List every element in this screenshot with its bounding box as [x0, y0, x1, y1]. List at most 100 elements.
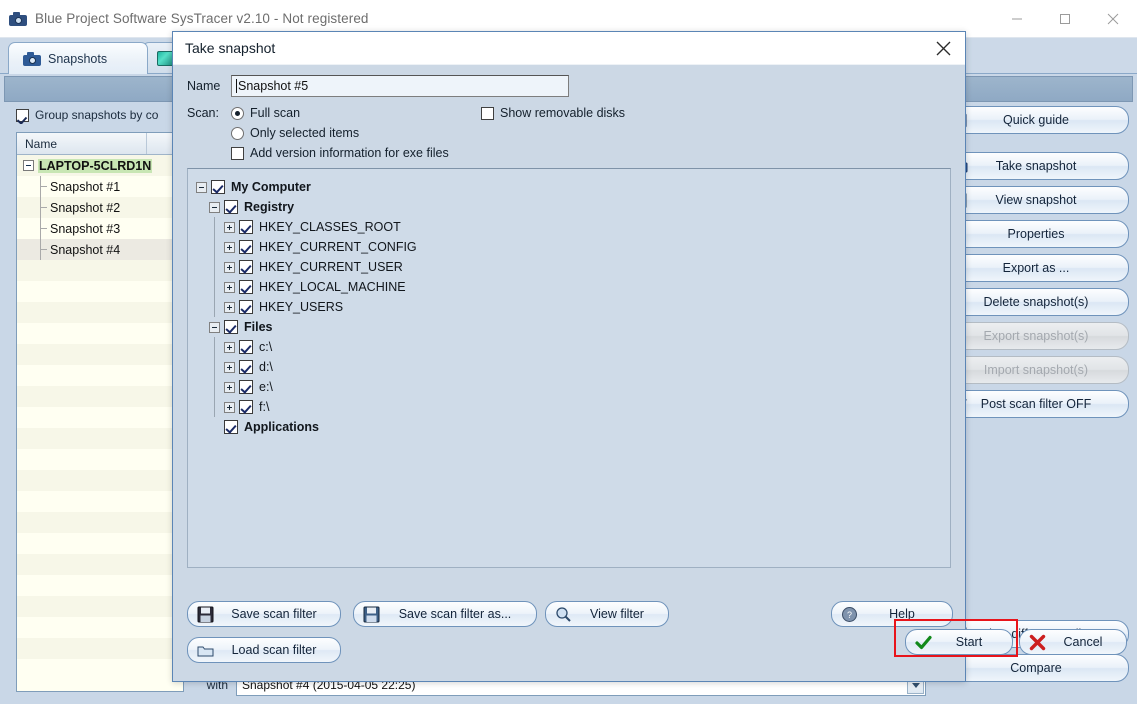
scan-options-row: Scan: Full scan Show removable disks: [187, 106, 951, 120]
checkbox-box[interactable]: [239, 260, 253, 274]
expand-expander-icon[interactable]: [224, 261, 235, 273]
tree-node-label: f:\: [259, 400, 270, 414]
tree-node-hkey-local-machine[interactable]: HKEY_LOCAL_MACHINE: [196, 277, 950, 297]
expand-expander-icon[interactable]: [224, 281, 235, 293]
load-scan-filter-button[interactable]: Load scan filter: [187, 637, 341, 663]
radio-dot: [231, 126, 244, 140]
maximize-icon[interactable]: [1041, 0, 1089, 38]
tree-node-label: d:\: [259, 360, 273, 374]
tree-node-drive-c[interactable]: c:\: [196, 337, 950, 357]
list-item[interactable]: Snapshot #3: [17, 218, 183, 239]
floppy-pen-icon: [363, 606, 380, 623]
expand-expander-icon[interactable]: [224, 381, 235, 393]
collapse-expander-icon[interactable]: [209, 201, 220, 213]
list-item-label: Snapshot #1: [50, 179, 121, 194]
checkbox-box[interactable]: [224, 200, 238, 214]
checkbox-box[interactable]: [239, 400, 253, 414]
dialog-body: Name Snapshot #5 Scan: Full scan Show re…: [173, 65, 965, 578]
expand-expander-icon[interactable]: [224, 401, 235, 413]
tree-line: [35, 239, 47, 260]
post-scan-filter-button[interactable]: Post scan filter OFF: [943, 390, 1129, 418]
group-snapshots-checkbox[interactable]: Group snapshots by co: [16, 106, 184, 124]
tree-node-files[interactable]: Files: [196, 317, 950, 337]
tree-node-label: HKEY_CLASSES_ROOT: [259, 220, 401, 234]
checkbox-box[interactable]: [239, 240, 253, 254]
full-scan-radio[interactable]: Full scan: [231, 106, 481, 120]
checkbox-box: [481, 106, 494, 120]
checkbox-box[interactable]: [224, 320, 238, 334]
export-as-button[interactable]: Export as ...: [943, 254, 1129, 282]
button-label: Quick guide: [1002, 113, 1069, 127]
collapse-expander-icon[interactable]: [209, 321, 220, 333]
checkbox-box[interactable]: [239, 300, 253, 314]
column-header-name[interactable]: Name: [17, 133, 147, 154]
checkbox-box[interactable]: [239, 360, 253, 374]
properties-button[interactable]: Properties: [943, 220, 1129, 248]
tree-node-drive-f[interactable]: f:\: [196, 397, 950, 417]
list-item[interactable]: Snapshot #2: [17, 197, 183, 218]
close-icon[interactable]: [921, 32, 965, 65]
import-snapshots-button: Import snapshot(s): [943, 356, 1129, 384]
tree-node-label: HKEY_CURRENT_CONFIG: [259, 240, 417, 254]
button-label: View filter: [590, 607, 644, 621]
window-controls: [993, 0, 1137, 38]
only-selected-items-radio[interactable]: Only selected items: [231, 126, 359, 140]
name-row: Name Snapshot #5: [187, 75, 951, 97]
view-snapshot-button[interactable]: View snapshot: [943, 186, 1129, 214]
tree-node-registry[interactable]: Registry: [196, 197, 950, 217]
quick-guide-button[interactable]: Quick guide: [943, 106, 1129, 134]
expand-expander-icon[interactable]: [224, 241, 235, 253]
add-version-info-label: Add version information for exe files: [250, 146, 449, 160]
tree-node-hkey-classes-root[interactable]: HKEY_CLASSES_ROOT: [196, 217, 950, 237]
button-label: Load scan filter: [231, 643, 317, 657]
tab-snapshots[interactable]: Snapshots: [8, 42, 148, 74]
dialog-title-bar: Take snapshot: [173, 32, 965, 65]
save-scan-filter-button[interactable]: Save scan filter: [187, 601, 341, 627]
expand-expander-icon[interactable]: [224, 221, 235, 233]
tree-node-label: My Computer: [231, 180, 311, 194]
checkbox-box[interactable]: [239, 220, 253, 234]
export-snapshots-button: Export snapshot(s): [943, 322, 1129, 350]
checkbox-box[interactable]: [239, 280, 253, 294]
add-version-info-checkbox[interactable]: Add version information for exe files: [231, 146, 449, 160]
start-button-highlight: [894, 619, 1018, 657]
close-icon[interactable]: [1089, 0, 1137, 38]
show-removable-disks-checkbox[interactable]: Show removable disks: [481, 106, 625, 120]
tree-node-label: HKEY_CURRENT_USER: [259, 260, 403, 274]
tree-node-drive-e[interactable]: e:\: [196, 377, 950, 397]
checkbox-box[interactable]: [239, 340, 253, 354]
take-snapshot-button[interactable]: Take snapshot: [943, 152, 1129, 180]
snapshot-name-input[interactable]: Snapshot #5: [231, 75, 569, 97]
snapshots-list[interactable]: Name LAPTOP-5CLRD1N Snapshot #1 Snapshot…: [16, 132, 184, 692]
list-item[interactable]: Snapshot #4: [17, 239, 183, 260]
delete-snapshots-button[interactable]: Delete snapshot(s): [943, 288, 1129, 316]
full-scan-label: Full scan: [250, 106, 301, 120]
tree-node-hkey-current-config[interactable]: HKEY_CURRENT_CONFIG: [196, 237, 950, 257]
tree-node-hkey-users[interactable]: HKEY_USERS: [196, 297, 950, 317]
compare-button[interactable]: Compare: [943, 654, 1129, 682]
list-item[interactable]: Snapshot #1: [17, 176, 183, 197]
tree-node-hkey-current-user[interactable]: HKEY_CURRENT_USER: [196, 257, 950, 277]
scan-scope-tree[interactable]: My Computer Registry HKEY_CLASSES_ROOT H…: [187, 168, 951, 568]
collapse-expander-icon[interactable]: [23, 160, 34, 171]
view-filter-button[interactable]: View filter: [545, 601, 669, 627]
checkbox-box[interactable]: [211, 180, 225, 194]
checkbox-box[interactable]: [239, 380, 253, 394]
tree-line: [35, 176, 47, 197]
tree-node-label: HKEY_LOCAL_MACHINE: [259, 280, 406, 294]
minimize-icon[interactable]: [993, 0, 1041, 38]
tree-node-drive-d[interactable]: d:\: [196, 357, 950, 377]
checkbox-box[interactable]: [224, 420, 238, 434]
tree-node-applications[interactable]: Applications: [196, 417, 950, 437]
expand-expander-icon[interactable]: [224, 341, 235, 353]
text-caret: [236, 79, 237, 93]
button-label: Export snapshot(s): [983, 329, 1089, 343]
collapse-expander-icon[interactable]: [196, 181, 207, 193]
action-buttons-panel: Quick guide Take snapshot View snapshot: [943, 106, 1129, 692]
list-item[interactable]: LAPTOP-5CLRD1N: [17, 155, 183, 176]
save-scan-filter-as-button[interactable]: Save scan filter as...: [353, 601, 537, 627]
expand-expander-icon[interactable]: [224, 301, 235, 313]
expand-expander-icon[interactable]: [224, 361, 235, 373]
cancel-button[interactable]: Cancel: [1019, 629, 1127, 655]
tree-node-my-computer[interactable]: My Computer: [196, 177, 950, 197]
